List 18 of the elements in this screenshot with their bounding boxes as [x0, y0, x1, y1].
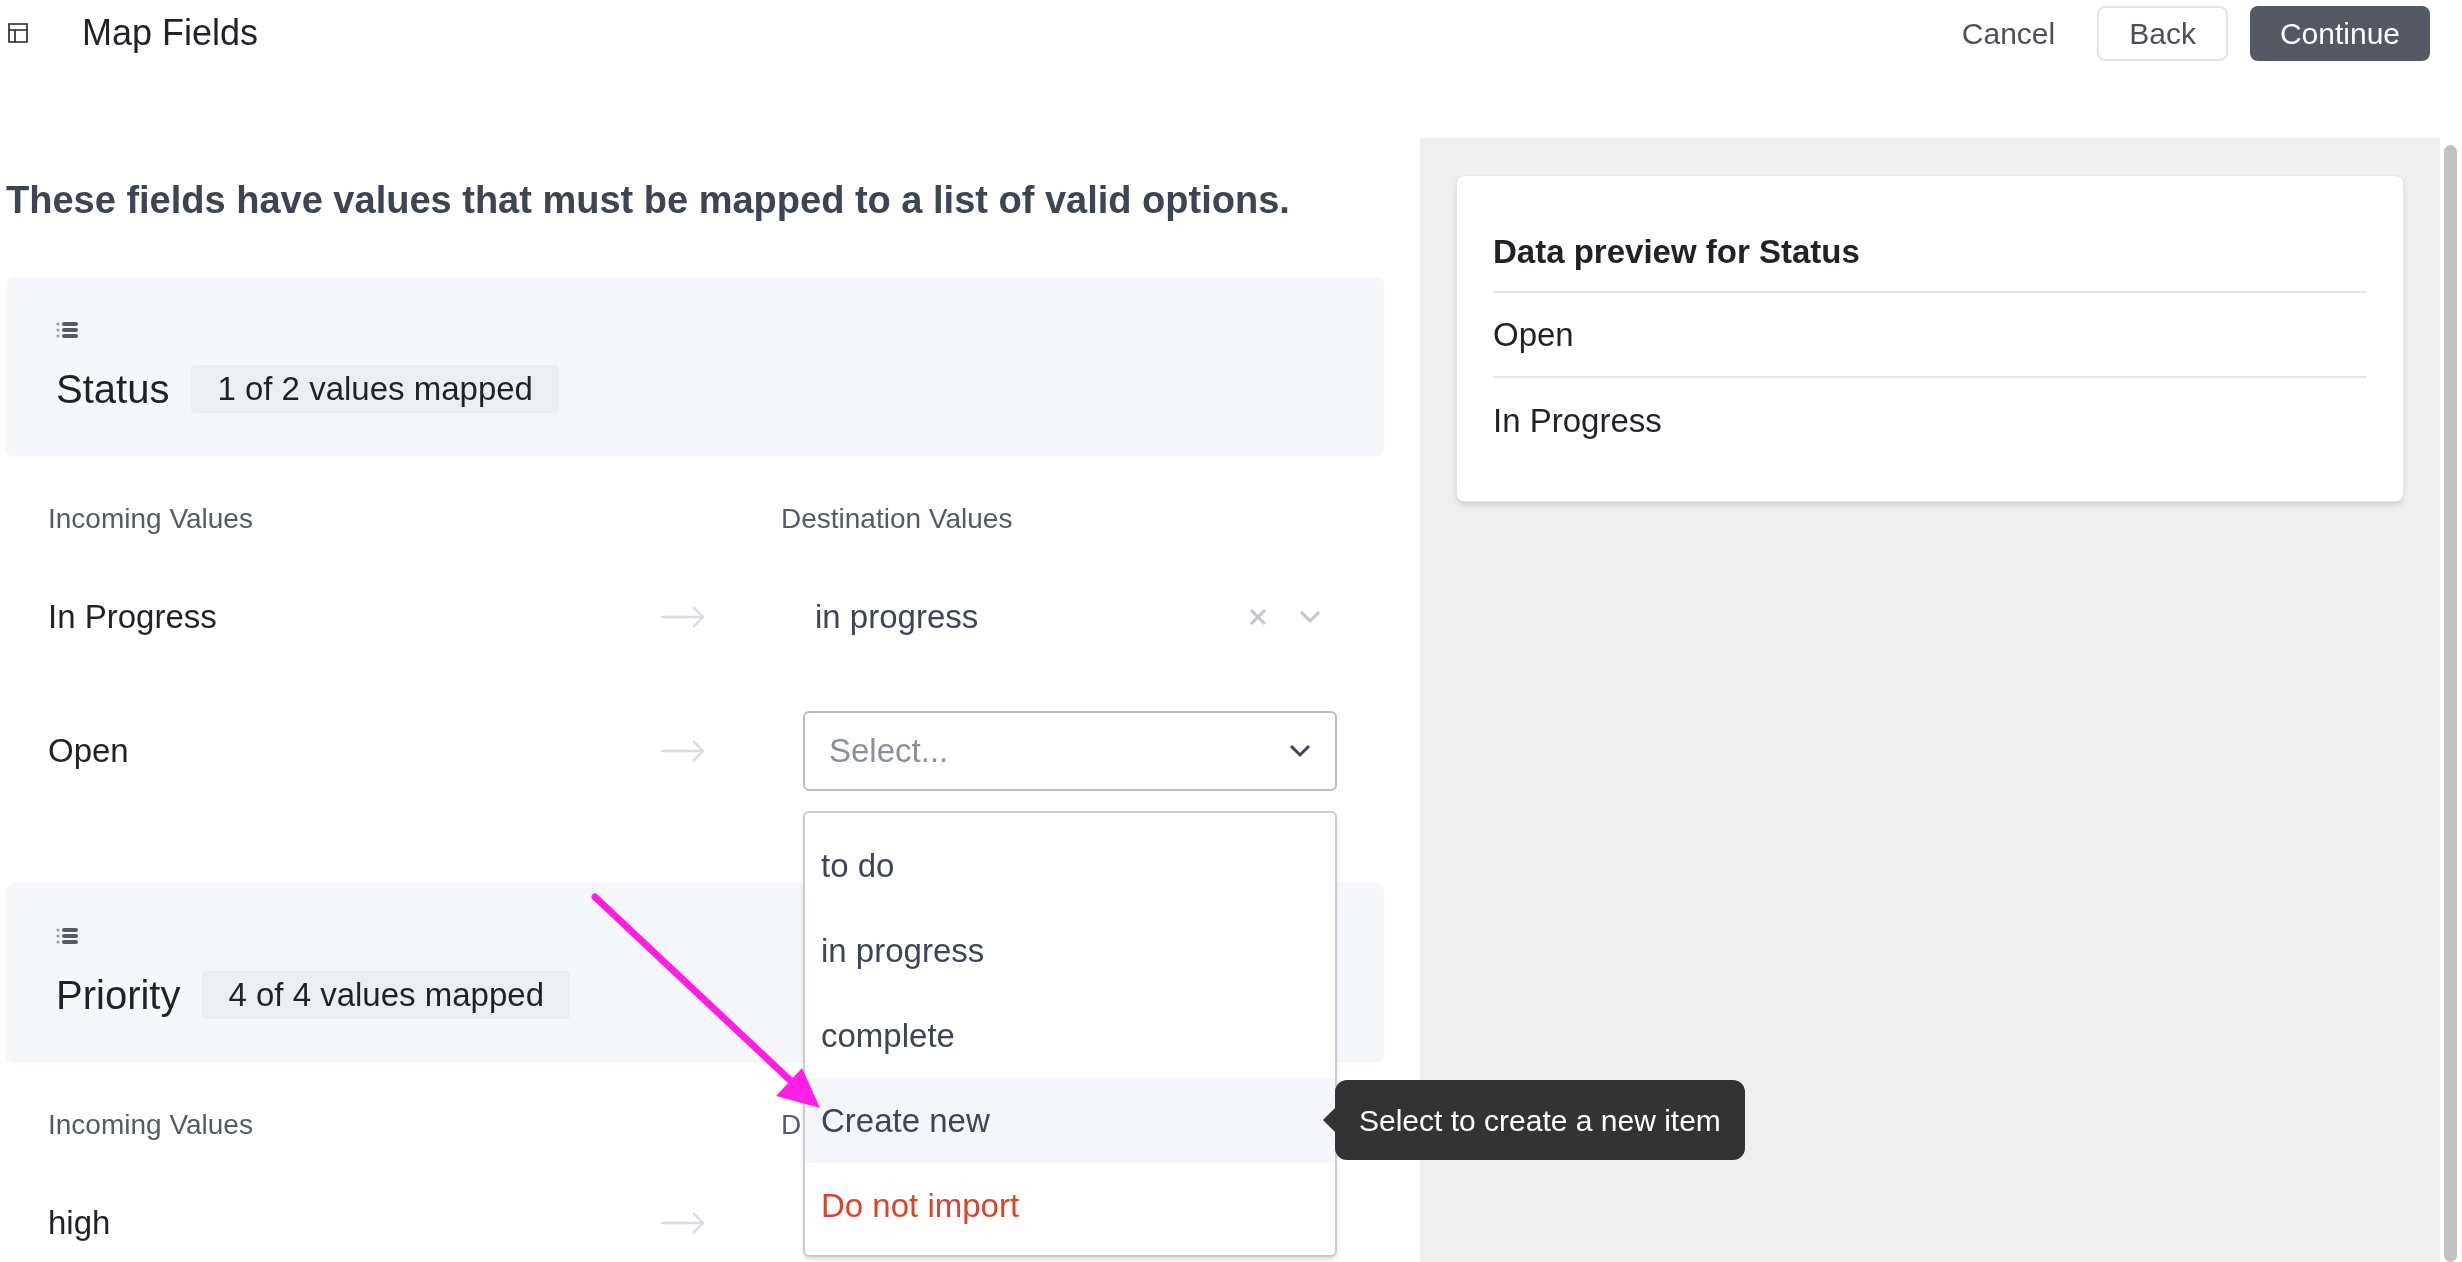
- preview-value: In Progress: [1493, 400, 1662, 441]
- incoming-value: In Progress: [48, 597, 218, 638]
- field-name: Status: [56, 366, 170, 413]
- mapped-count-badge: 1 of 2 values mapped: [191, 365, 559, 413]
- preview-value: Open: [1493, 314, 1574, 355]
- incoming-value: high: [48, 1203, 112, 1244]
- column-header: Incoming Values: [48, 1108, 254, 1142]
- column-header: D: [781, 1108, 802, 1142]
- preview-title: Data preview for Status: [1493, 232, 1860, 273]
- incoming-value: Open: [48, 731, 130, 772]
- tooltip: Select to create a new item: [1323, 1080, 1745, 1160]
- instructions: These fields have values that must be mapped to a list of valid options.: [6, 178, 1291, 223]
- column-header: Destination Values: [781, 502, 1013, 536]
- field-name: Priority: [56, 972, 181, 1019]
- page-title: Map Fields: [82, 11, 260, 55]
- selected-value: in progress: [815, 597, 980, 638]
- mapped-count-badge: 4 of 4 values mapped: [202, 971, 570, 1019]
- column-header: Incoming Values: [48, 502, 254, 536]
